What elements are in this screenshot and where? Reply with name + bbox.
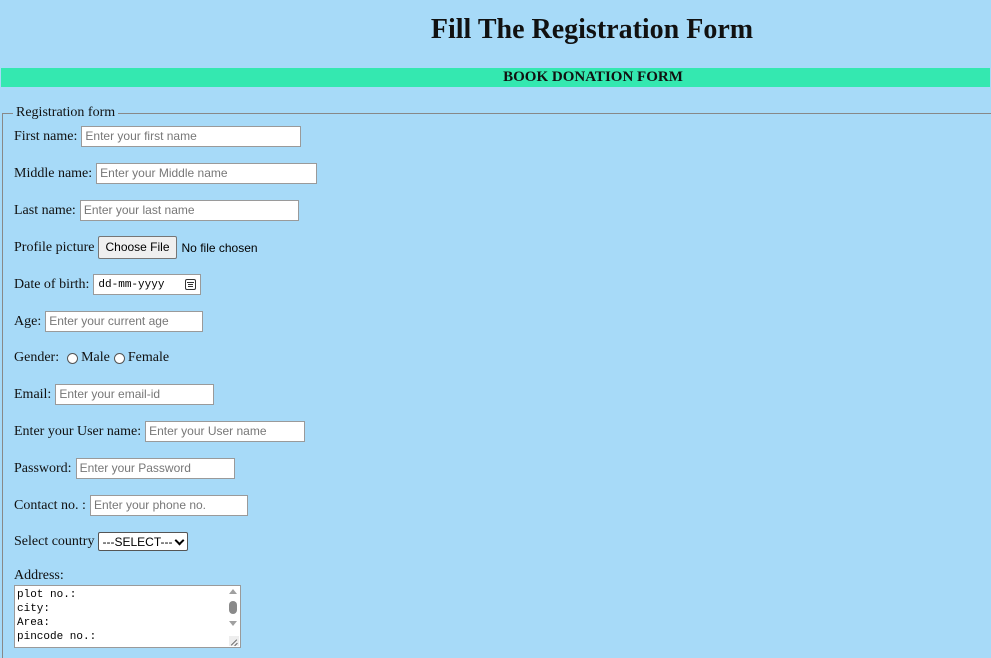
contact-label: Contact no. :	[14, 497, 86, 513]
contact-row: Contact no. : Enter your phone no.	[14, 495, 248, 516]
email-label: Email:	[14, 386, 52, 402]
calendar-icon[interactable]	[185, 279, 197, 290]
registration-page: Fill The Registration Form BOOK DONATION…	[0, 0, 991, 658]
gender-male-radio[interactable]	[67, 352, 79, 364]
password-input[interactable]: Enter your Password	[75, 458, 235, 479]
last-name-input[interactable]: Enter your last name	[79, 200, 299, 221]
middle-name-row: Middle name: Enter your Middle name	[14, 163, 318, 184]
profile-picture-label: Profile picture	[14, 239, 95, 255]
country-select[interactable]: ---SELECT---	[98, 532, 189, 551]
username-label: Enter your User name:	[14, 423, 142, 439]
gender-male-label: Male	[81, 350, 110, 365]
scroll-down-arrow-icon[interactable]	[229, 621, 237, 626]
username-input[interactable]: Enter your User name	[145, 421, 306, 442]
resize-grip-icon[interactable]	[229, 636, 239, 646]
age-input[interactable]: Enter your current age	[45, 311, 204, 332]
address-textarea[interactable]: plot no.: city: Area: pincode no.:	[14, 585, 241, 648]
country-label: Select country	[14, 533, 95, 549]
age-row: Age: Enter your current age	[14, 311, 204, 332]
age-label: Age:	[14, 313, 42, 329]
password-row: Password: Enter your Password	[14, 458, 235, 479]
country-row: Select country ---SELECT---	[14, 532, 189, 551]
gender-row: Gender: Male Female	[14, 350, 169, 366]
choose-file-button[interactable]: Choose File	[98, 236, 177, 259]
last-name-label: Last name:	[14, 202, 76, 218]
dob-row: Date of birth: dd-mm-yyyy	[14, 274, 202, 295]
page-title: Fill The Registration Form	[430, 14, 754, 45]
address-line: pincode no.:	[17, 631, 97, 643]
fieldset-border-left	[2, 113, 3, 658]
scroll-thumb[interactable]	[229, 601, 237, 614]
email-row: Email: Enter your email-id	[14, 384, 215, 405]
gender-female-radio[interactable]	[113, 352, 125, 364]
address-label: Address:	[14, 568, 64, 583]
username-row: Enter your User name: Enter your User na…	[14, 421, 306, 442]
fieldset-border-top	[2, 113, 991, 114]
dob-value: dd-mm-yyyy	[98, 278, 165, 291]
email-input[interactable]: Enter your email-id	[55, 384, 215, 405]
dob-label: Date of birth:	[14, 276, 90, 292]
scroll-up-arrow-icon[interactable]	[229, 589, 237, 594]
address-line: Area:	[17, 617, 51, 629]
header: Fill The Registration Form	[0, 0, 991, 68]
profile-picture-row: Profile picture Choose File No file chos…	[14, 236, 258, 259]
last-name-row: Last name: Enter your last name	[14, 200, 299, 221]
first-name-input[interactable]: Enter your first name	[81, 126, 302, 147]
address-line: plot no.:	[17, 589, 77, 601]
middle-name-label: Middle name:	[14, 165, 93, 181]
middle-name-input[interactable]: Enter your Middle name	[96, 163, 318, 184]
address-line: city:	[17, 603, 51, 615]
dob-input[interactable]: dd-mm-yyyy	[93, 274, 202, 295]
gender-label: Gender:	[14, 350, 60, 365]
fieldset-legend: Registration form	[13, 105, 119, 121]
first-name-row: First name: Enter your first name	[14, 126, 302, 147]
chevron-down-icon	[175, 535, 185, 545]
gender-female-label: Female	[127, 350, 170, 365]
contact-input[interactable]: Enter your phone no.	[89, 495, 248, 516]
password-label: Password:	[14, 460, 72, 476]
country-selected-value: ---SELECT---	[102, 534, 173, 549]
file-status-text: No file chosen	[181, 240, 258, 255]
form-banner: BOOK DONATION FORM	[1, 68, 990, 87]
banner-title: BOOK DONATION FORM	[503, 69, 683, 85]
first-name-label: First name:	[14, 128, 78, 144]
